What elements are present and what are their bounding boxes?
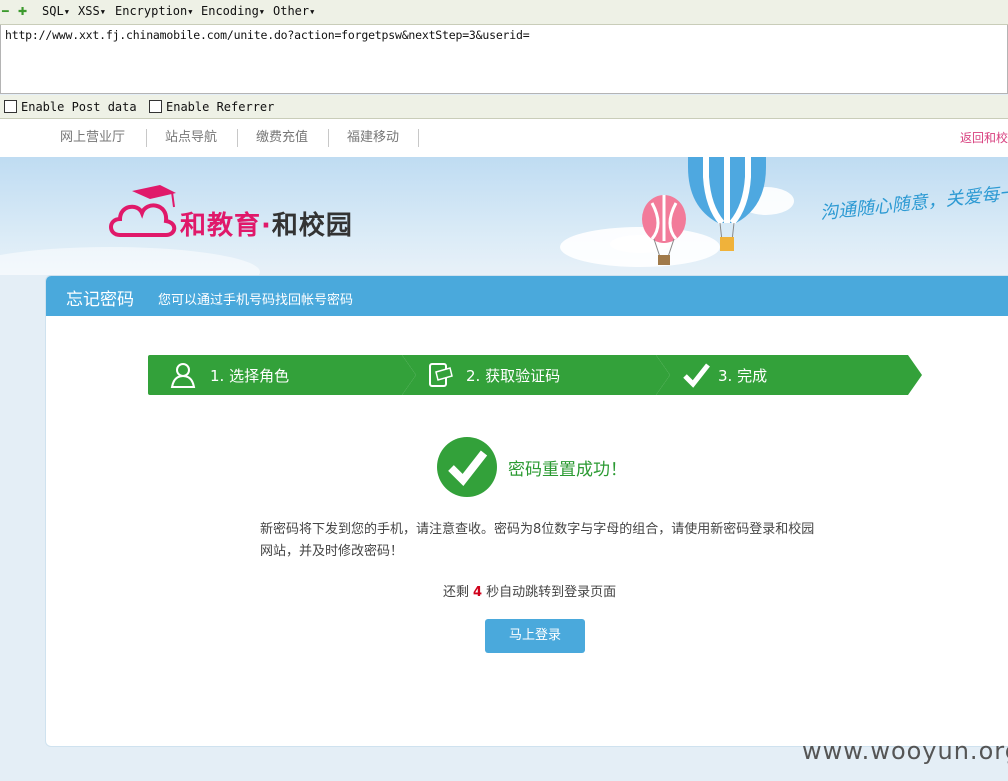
nav-recharge[interactable]: 缴费充值 bbox=[256, 119, 308, 157]
nav-divider bbox=[418, 129, 419, 147]
success-check-icon bbox=[437, 437, 497, 497]
menu-xss[interactable]: XSS▼ bbox=[78, 4, 105, 19]
logo-name: 和校园 bbox=[271, 211, 353, 241]
step-label: 1. 选择角色 bbox=[210, 367, 290, 385]
step-get-code: 2. 获取验证码 bbox=[402, 355, 670, 395]
chevron-down-icon: ▼ bbox=[100, 7, 105, 16]
menu-sql-label: SQL bbox=[42, 4, 64, 18]
chevron-down-icon: ▼ bbox=[64, 7, 69, 16]
checkbox-icon bbox=[149, 100, 162, 113]
countdown-after: 秒自动跳转到登录页面 bbox=[486, 585, 617, 600]
enable-referrer-checkbox[interactable]: Enable Referrer bbox=[149, 100, 274, 114]
page-subtitle: 您可以通过手机号码找回帐号密码 bbox=[158, 293, 354, 308]
balloon-large-icon bbox=[688, 157, 766, 251]
menu-other[interactable]: Other▼ bbox=[273, 4, 314, 19]
menu-encryption[interactable]: Encryption▼ bbox=[115, 4, 192, 19]
url-text: http://www.xxt.fj.chinamobile.com/unite.… bbox=[5, 28, 530, 42]
cloud-shape bbox=[0, 247, 260, 275]
hackbar-toolbar: ━ ✚ SQL▼ XSS▼ Encryption▼ Encoding▼ Othe… bbox=[0, 0, 1008, 25]
forgot-password-card: 忘记密码 您可以通过手机号码找回帐号密码 1. 选择角色 2. 获取验证码 3.… bbox=[45, 275, 1008, 747]
chevron-down-icon: ▼ bbox=[188, 7, 193, 16]
enable-referrer-label: Enable Referrer bbox=[166, 100, 275, 114]
hackbar-options: Enable Post data Enable Referrer bbox=[0, 95, 1008, 119]
chevron-down-icon: ▼ bbox=[310, 7, 315, 16]
banner: 和教育·和校园 沟通随心随意，关爱每一 bbox=[0, 157, 1008, 275]
card-header: 忘记密码 您可以通过手机号码找回帐号密码 bbox=[46, 276, 1008, 316]
reset-message: 新密码将下发到您的手机，请注意查收。密码为8位数字与字母的组合，请使用新密码登录… bbox=[260, 522, 815, 559]
banner-slogan: 沟通随心随意，关爱每一 bbox=[819, 182, 1008, 224]
url-textarea[interactable]: http://www.xxt.fj.chinamobile.com/unite.… bbox=[0, 25, 1008, 94]
phone-message-icon bbox=[429, 363, 453, 387]
step-select-role: 1. 选择角色 bbox=[148, 355, 416, 395]
site-logo: 和教育·和校园 bbox=[180, 205, 353, 242]
menu-other-label: Other bbox=[273, 4, 310, 18]
menu-encoding-label: Encoding bbox=[201, 4, 259, 18]
check-icon bbox=[683, 363, 710, 388]
add-icon[interactable]: ✚ bbox=[18, 5, 27, 19]
nav-fujian-mobile[interactable]: 福建移动 bbox=[347, 119, 399, 157]
login-now-button[interactable]: 马上登录 bbox=[485, 619, 585, 653]
menu-encoding[interactable]: Encoding▼ bbox=[201, 4, 264, 19]
site-nav: 网上营业厅 站点导航 缴费充值 福建移动 返回和校 bbox=[0, 119, 1008, 158]
menu-sql[interactable]: SQL▼ bbox=[42, 4, 69, 19]
menu-xss-label: XSS bbox=[78, 4, 100, 18]
minus-icon[interactable]: ━ bbox=[2, 5, 9, 19]
logo-brand: 和教育 bbox=[180, 211, 262, 241]
balloon-small-icon bbox=[642, 195, 686, 265]
nav-site-guide[interactable]: 站点导航 bbox=[165, 119, 217, 157]
countdown-text: 还剩 4 秒自动跳转到登录页面 bbox=[443, 581, 616, 600]
logo-cloud-icon bbox=[109, 185, 177, 237]
countdown-before: 还剩 bbox=[443, 585, 470, 600]
nav-divider bbox=[237, 129, 238, 147]
watermark: www.wooyun.org bbox=[802, 737, 1008, 765]
countdown-seconds: 4 bbox=[473, 585, 483, 600]
enable-post-label: Enable Post data bbox=[21, 100, 137, 114]
menu-encryption-label: Encryption bbox=[115, 4, 188, 18]
chevron-down-icon: ▼ bbox=[259, 7, 265, 16]
nav-divider bbox=[328, 129, 329, 147]
enable-post-checkbox[interactable]: Enable Post data bbox=[4, 100, 137, 114]
user-icon bbox=[170, 363, 196, 388]
step-label: 3. 完成 bbox=[718, 367, 768, 385]
nav-return-link[interactable]: 返回和校 bbox=[960, 119, 1008, 157]
nav-online-hall[interactable]: 网上营业厅 bbox=[60, 119, 125, 157]
step-label: 2. 获取验证码 bbox=[466, 367, 561, 385]
nav-divider bbox=[146, 129, 147, 147]
step-complete: 3. 完成 bbox=[656, 355, 922, 395]
checkbox-icon bbox=[4, 100, 17, 113]
success-title: 密码重置成功！ bbox=[508, 460, 627, 480]
page-title: 忘记密码 bbox=[66, 290, 134, 310]
logo-dot: · bbox=[261, 211, 272, 241]
